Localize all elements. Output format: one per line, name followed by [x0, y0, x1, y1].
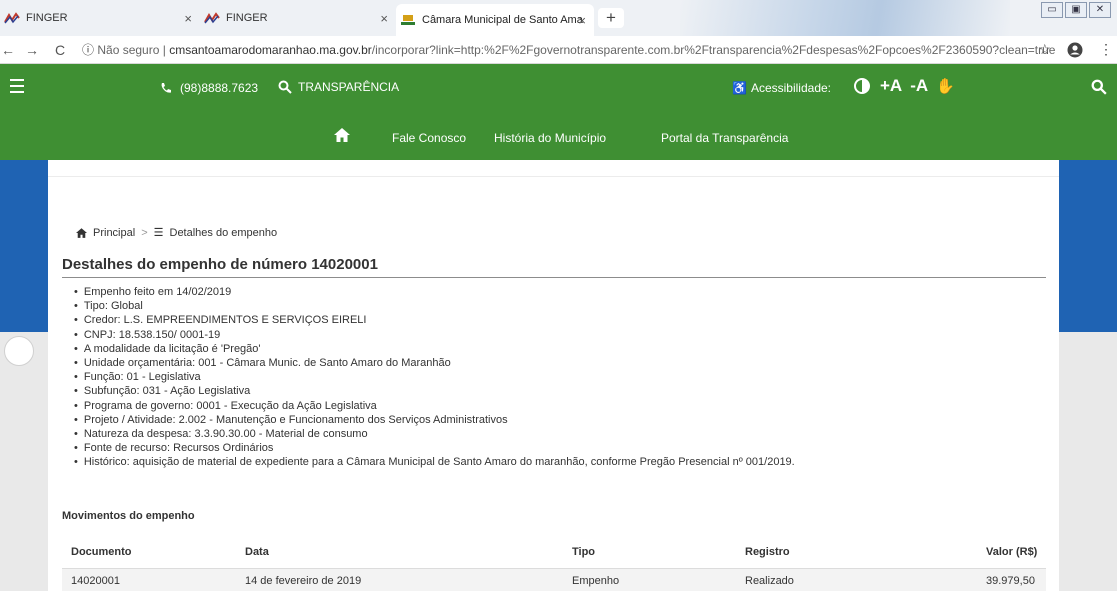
movements-title: Movimentos do empenho	[62, 510, 195, 522]
detail-item: Credor: L.S. EMPREENDIMENTOS E SERVIÇOS …	[74, 313, 795, 327]
sign-language-icon[interactable]: ✋	[936, 77, 955, 95]
nav-link-fale-conosco[interactable]: Fale Conosco	[392, 131, 466, 145]
nav-link-historia[interactable]: História do Município	[494, 131, 606, 145]
list-icon: ☰	[153, 227, 164, 239]
window-controls: ▭ ▣ ✕	[1041, 2, 1111, 18]
browser-tab-active[interactable]: Câmara Municipal de Santo Ama ×	[396, 4, 594, 36]
right-blue-band	[1059, 160, 1117, 332]
side-document-icon[interactable]	[4, 336, 34, 366]
url-path: /incorporar?link=http:%2F%2Fgovernotrans…	[371, 43, 1056, 57]
star-bookmark-icon[interactable]: ☆	[1038, 41, 1051, 58]
phone-contact[interactable]: (98)8888.7623	[160, 81, 258, 95]
detail-item: Empenho feito em 14/02/2019	[74, 285, 795, 299]
address-bar: ← → C ⓘ Não seguro | cmsantoamarodomaran…	[0, 36, 1117, 64]
accessibility-controls: +A -A ✋	[852, 76, 955, 96]
page-title: Destalhes do empenho de número 14020001	[62, 256, 378, 273]
site-top-bar: (98)8888.7623 TRANSPARÊNCIA ♿ Acessibili…	[0, 64, 1117, 112]
table-header-documento: Documento	[71, 546, 132, 558]
detail-item: CNPJ: 18.538.150/ 0001-19	[74, 328, 795, 342]
maximize-icon[interactable]: ▣	[1065, 2, 1087, 18]
tab-bar-decoration	[680, 0, 1010, 36]
table-header-registro: Registro	[745, 546, 790, 558]
new-tab-button[interactable]: +	[598, 8, 624, 28]
browser-tab-bar: FINGER × FINGER × Câmara Municipal de Sa…	[0, 0, 1117, 36]
accessibility-label: Acessibilidade:	[750, 81, 831, 95]
breadcrumb-separator: >	[141, 226, 148, 239]
back-icon[interactable]: ←	[0, 42, 16, 58]
font-increase-button[interactable]: +A	[880, 76, 902, 96]
cell-documento: 14020001	[71, 575, 120, 587]
detail-item: Unidade orçamentária: 001 - Câmara Munic…	[74, 356, 795, 370]
card-divider	[48, 176, 1059, 177]
detail-item: Tipo: Global	[74, 299, 795, 313]
close-window-icon[interactable]: ✕	[1089, 2, 1111, 18]
close-tab-icon[interactable]: ×	[578, 13, 586, 28]
detail-item: Histórico: aquisição de material de expe…	[74, 455, 795, 469]
empenho-details-list: Empenho feito em 14/02/2019 Tipo: Global…	[74, 285, 795, 469]
security-label: Não seguro	[97, 43, 160, 57]
breadcrumb-home-link[interactable]: Principal	[93, 227, 135, 239]
table-header-data: Data	[245, 546, 269, 558]
nav-link-portal-transparencia[interactable]: Portal da Transparência	[661, 131, 788, 145]
phone-icon	[161, 83, 171, 93]
hamburger-menu-icon[interactable]	[10, 79, 24, 97]
detail-item: Natureza da despesa: 3.3.90.30.00 - Mate…	[74, 427, 795, 441]
breadcrumb: Principal > ☰ Detalhes do empenho	[76, 226, 277, 239]
detail-item: Função: 01 - Legislativa	[74, 370, 795, 384]
info-icon: ⓘ	[82, 43, 95, 57]
detail-item: Programa de governo: 0001 - Execução da …	[74, 399, 795, 413]
contrast-icon[interactable]	[852, 76, 872, 96]
transparency-label: TRANSPARÊNCIA	[298, 80, 400, 94]
reload-icon[interactable]: C	[52, 42, 68, 58]
search-icon	[278, 80, 292, 94]
title-divider	[62, 277, 1046, 278]
close-tab-icon[interactable]: ×	[380, 11, 388, 26]
home-small-icon	[76, 227, 87, 238]
site-search-icon[interactable]	[1091, 79, 1107, 95]
table-header-valor: Valor (R$)	[986, 546, 1038, 558]
cell-valor: 39.979,50	[986, 575, 1035, 587]
browser-tab-1[interactable]: FINGER ×	[0, 0, 200, 36]
tab-title: Câmara Municipal de Santo Ama	[422, 14, 583, 26]
finger-favicon-icon	[4, 12, 20, 24]
detail-item: Projeto / Atividade: 2.002 - Manutenção …	[74, 413, 795, 427]
font-decrease-button[interactable]: -A	[910, 76, 928, 96]
minimize-icon[interactable]: ▭	[1041, 2, 1063, 18]
detail-item: Subfunção: 031 - Ação Legislativa	[74, 384, 795, 398]
tab-title: FINGER	[226, 12, 268, 24]
site-favicon-icon	[401, 15, 415, 25]
detail-item: Fonte de recurso: Recursos Ordinários	[74, 441, 795, 455]
table-header-tipo: Tipo	[572, 546, 596, 558]
close-tab-icon[interactable]: ×	[184, 11, 192, 26]
url-field[interactable]: ⓘ Não seguro | cmsantoamarodomaranhao.ma…	[82, 41, 1055, 58]
account-icon[interactable]	[1067, 42, 1083, 58]
cell-data: 14 de fevereiro de 2019	[245, 575, 362, 587]
cell-tipo: Empenho	[572, 575, 620, 587]
breadcrumb-current: Detalhes do empenho	[169, 226, 278, 239]
url-domain: cmsantoamarodomaranhao.ma.gov.br	[169, 43, 372, 57]
home-icon[interactable]	[334, 128, 350, 142]
table-row	[62, 569, 1046, 591]
cell-registro: Realizado	[745, 575, 794, 587]
browser-menu-icon[interactable]: ⋮	[1099, 41, 1113, 58]
browser-tab-2[interactable]: FINGER ×	[200, 0, 396, 36]
address-right-controls: ☆ ⋮	[1038, 41, 1113, 58]
tab-title: FINGER	[26, 12, 68, 24]
detail-item: A modalidade da licitação é 'Pregão'	[74, 342, 795, 356]
transparency-search-link[interactable]: TRANSPARÊNCIA	[278, 80, 399, 94]
main-nav: Fale Conosco História do Município Porta…	[0, 112, 1117, 160]
phone-number: (98)8888.7623	[180, 81, 259, 95]
left-blue-band	[0, 160, 48, 332]
accessibility-group: ♿ Acessibilidade:	[732, 81, 831, 95]
forward-icon[interactable]: →	[24, 42, 40, 58]
wheelchair-icon: ♿	[732, 81, 747, 95]
finger-favicon-icon	[204, 12, 220, 24]
